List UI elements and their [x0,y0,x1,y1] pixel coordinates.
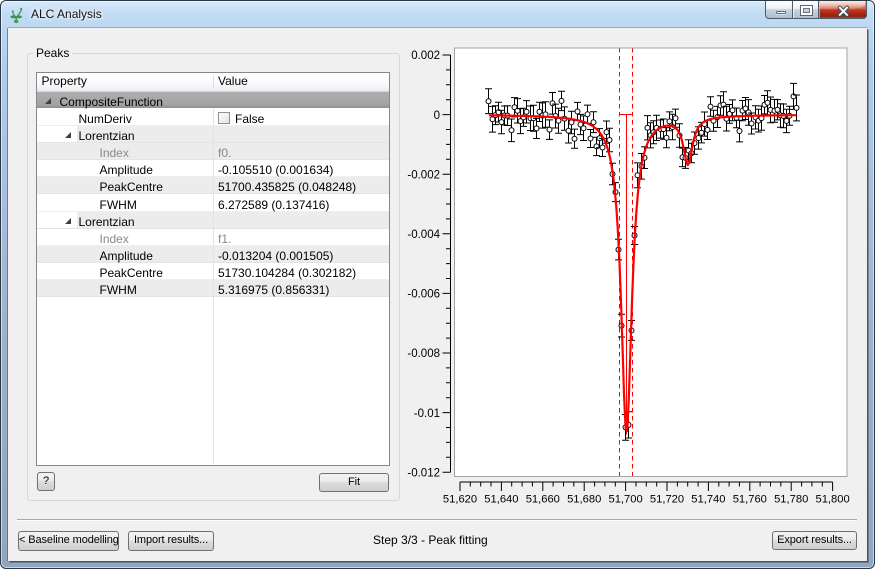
svg-text:51,800: 51,800 [815,494,849,506]
svg-text:51,760: 51,760 [733,494,767,506]
svg-text:0.002: 0.002 [411,50,440,62]
svg-text:51,640: 51,640 [484,494,518,506]
svg-text:-0.006: -0.006 [407,289,440,301]
svg-text:51,660: 51,660 [526,494,560,506]
svg-text:-0.01: -0.01 [414,408,440,420]
svg-text:51,780: 51,780 [774,494,808,506]
svg-text:-0.004: -0.004 [407,229,440,241]
svg-text:51,720: 51,720 [650,494,684,506]
svg-text:-0.008: -0.008 [407,348,440,360]
svg-text:51,740: 51,740 [691,494,725,506]
svg-text:51,680: 51,680 [567,494,601,506]
svg-text:0: 0 [434,110,440,122]
svg-text:51,700: 51,700 [608,494,642,506]
svg-text:-0.012: -0.012 [407,467,440,479]
svg-text:51,620: 51,620 [443,494,477,506]
svg-text:-0.002: -0.002 [407,169,440,181]
